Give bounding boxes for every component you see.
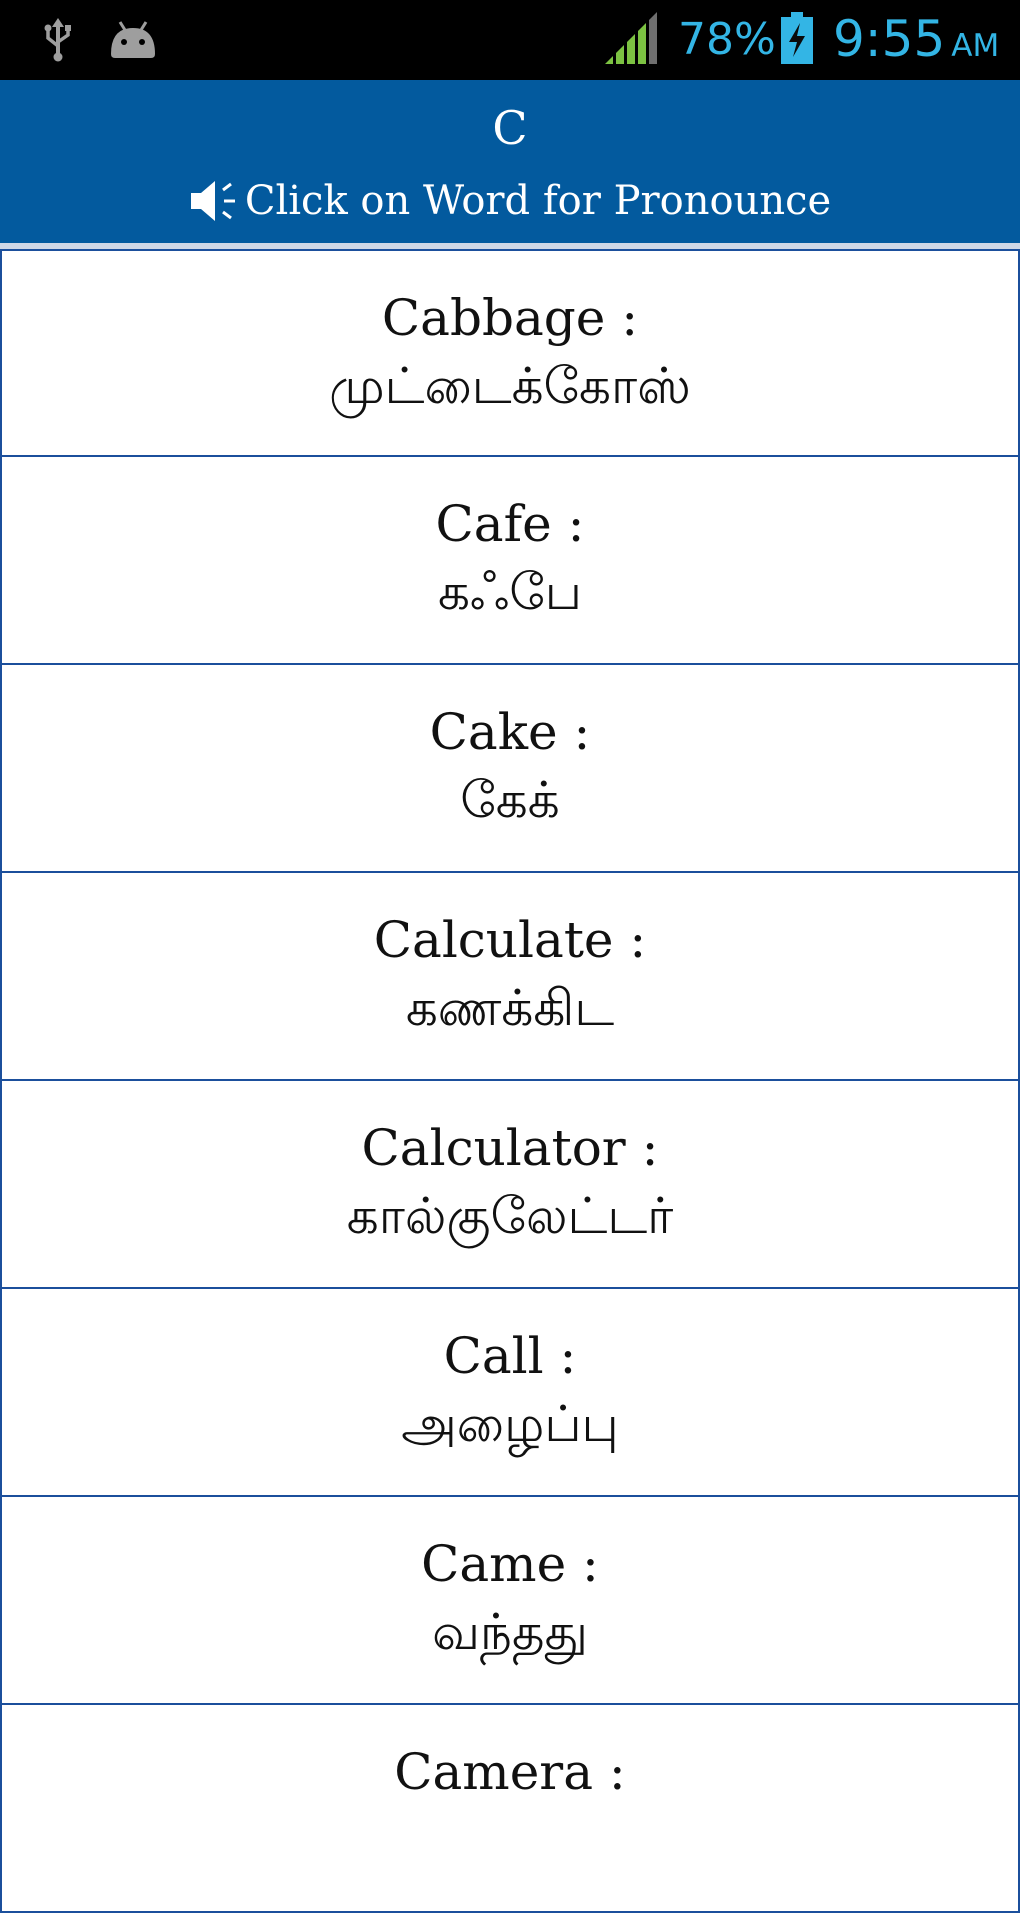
word-item-camera[interactable]: Camera :	[0, 1705, 1020, 1913]
english-word: Call :	[443, 1327, 577, 1385]
word-item-cafe[interactable]: Cafe : கஃபே	[0, 457, 1020, 665]
tamil-translation: கேக்	[460, 771, 560, 829]
pronounce-hint-text: Click on Word for Pronounce	[244, 178, 832, 224]
word-item-calculate[interactable]: Calculate : கணக்கிட	[0, 873, 1020, 1081]
tamil-translation: கஃபே	[438, 563, 582, 621]
clock: 9:55 AM	[833, 10, 999, 80]
usb-icon	[44, 18, 71, 62]
tamil-translation: கால்குலேட்டர்	[346, 1187, 674, 1245]
clock-ampm: AM	[951, 28, 1000, 64]
word-item-calculator[interactable]: Calculator : கால்குலேட்டர்	[0, 1081, 1020, 1289]
english-word: Came :	[421, 1535, 599, 1593]
english-word: Camera :	[394, 1743, 626, 1801]
word-item-came[interactable]: Came : வந்தது	[0, 1497, 1020, 1705]
english-word: Cabbage :	[381, 289, 639, 347]
battery-percent: 78%	[678, 14, 776, 65]
pronounce-hint: Click on Word for Pronounce	[0, 176, 1020, 226]
english-word: Cafe :	[435, 495, 585, 553]
tamil-translation: வந்தது	[432, 1603, 588, 1661]
word-list: Cabbage : முட்டைக்கோஸ் Cafe : கஃபே Cake …	[0, 249, 1020, 1913]
tamil-translation: முட்டைக்கோஸ்	[329, 357, 691, 415]
english-word: Calculator :	[361, 1119, 659, 1177]
battery-charging-icon	[781, 12, 813, 64]
speaker-icon	[190, 181, 235, 221]
word-item-cake[interactable]: Cake : கேக்	[0, 665, 1020, 873]
page-title: C	[492, 101, 528, 155]
clock-time: 9:55	[833, 10, 946, 68]
english-word: Cake :	[429, 703, 591, 761]
tamil-translation: கணக்கிட	[405, 979, 615, 1037]
android-debug-icon	[111, 21, 155, 58]
signal-icon	[605, 12, 657, 64]
english-word: Calculate :	[373, 911, 647, 969]
word-item-call[interactable]: Call : அழைப்பு	[0, 1289, 1020, 1497]
tamil-translation: அழைப்பு	[401, 1395, 619, 1453]
status-bar: 78% 9:55 AM	[0, 0, 1020, 80]
title-header: C Click on Word for Pronounce	[0, 80, 1020, 243]
word-item-cabbage[interactable]: Cabbage : முட்டைக்கோஸ்	[0, 249, 1020, 457]
